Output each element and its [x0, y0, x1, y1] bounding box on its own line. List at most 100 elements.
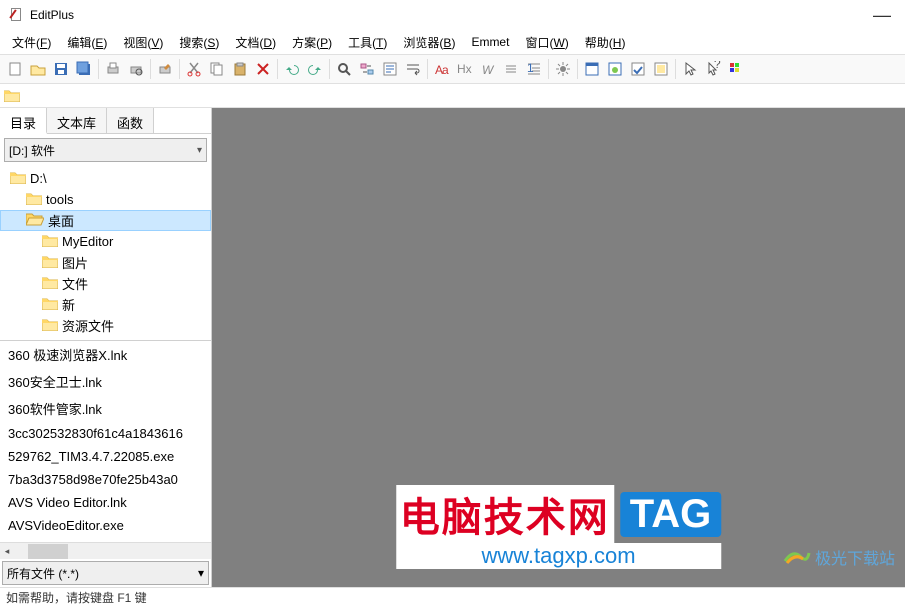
- italic-button[interactable]: [500, 58, 522, 80]
- folder-icon: [10, 171, 26, 187]
- menu-b[interactable]: 浏览器(B): [395, 31, 463, 54]
- separator: [577, 59, 578, 79]
- toolbar: Aa Hx W 1?: [0, 54, 905, 84]
- file-item[interactable]: 3cc302532830f61c4a1843616: [0, 422, 211, 445]
- help-cursor-button[interactable]: ?: [702, 58, 724, 80]
- app-title: EditPlus: [30, 8, 74, 22]
- tree-item[interactable]: tools: [0, 189, 211, 210]
- palette-button[interactable]: [725, 58, 747, 80]
- menu-emmet[interactable]: Emmet: [463, 32, 517, 52]
- delete-button[interactable]: [252, 58, 274, 80]
- folder-icon: [42, 318, 58, 334]
- print-preview-button[interactable]: [125, 58, 147, 80]
- drive-label: [D:] 软件: [9, 142, 55, 159]
- folder-icon: [42, 297, 58, 313]
- filter-label: 所有文件 (*.*): [7, 565, 79, 582]
- menu-w[interactable]: 窗口(W): [517, 31, 576, 54]
- menu-s[interactable]: 搜索(S): [171, 31, 227, 54]
- tree-item[interactable]: 图片: [0, 252, 211, 273]
- sidebar-tab-文本库[interactable]: 文本库: [47, 108, 107, 133]
- status-bar: 如需帮助，请按键盘 F1 键: [0, 587, 905, 605]
- tree-item[interactable]: 文件: [0, 273, 211, 294]
- folder-tree[interactable]: D:\ tools 桌面MyEditor图片文件新资源文件: [0, 166, 211, 338]
- editor-area: 电脑技术网 TAG www.tagxp.com 极光下载站: [212, 108, 905, 587]
- word-wrap-button[interactable]: [402, 58, 424, 80]
- undo-button[interactable]: [281, 58, 303, 80]
- pointer-button[interactable]: [679, 58, 701, 80]
- menu-f[interactable]: 文件(F): [4, 31, 59, 54]
- file-pane: 360 极速浏览器X.lnk360安全卫士.lnk360软件管家.lnk3cc3…: [0, 340, 211, 559]
- svg-text:?: ?: [714, 61, 721, 71]
- cut-button[interactable]: [183, 58, 205, 80]
- print-button[interactable]: [102, 58, 124, 80]
- separator: [179, 59, 180, 79]
- sidebar: 目录文本库函数 [D:] 软件 ▾ D:\ tools 桌面MyEditor图片文件…: [0, 108, 212, 587]
- paste-button[interactable]: [229, 58, 251, 80]
- drive-selector[interactable]: [D:] 软件 ▾: [4, 138, 207, 162]
- secondary-watermark: 极光下载站: [783, 545, 895, 569]
- svg-text:W: W: [482, 63, 495, 77]
- tree-item[interactable]: MyEditor: [0, 231, 211, 252]
- bold-button[interactable]: W: [477, 58, 499, 80]
- folder-icon: [4, 89, 20, 102]
- file-item[interactable]: 360 极速浏览器X.lnk: [0, 341, 211, 368]
- menu-t[interactable]: 工具(T): [340, 31, 395, 54]
- menu-p[interactable]: 方案(P): [284, 31, 340, 54]
- new-button[interactable]: [4, 58, 26, 80]
- settings-button[interactable]: [552, 58, 574, 80]
- copy-button[interactable]: [206, 58, 228, 80]
- file-item[interactable]: 7ba3d3758d98e70fe25b43a0: [0, 468, 211, 491]
- separator: [98, 59, 99, 79]
- browser4-button[interactable]: [650, 58, 672, 80]
- file-list[interactable]: 360 极速浏览器X.lnk360安全卫士.lnk360软件管家.lnk3cc3…: [0, 341, 211, 542]
- tree-label: tools: [46, 192, 73, 207]
- save-all-button[interactable]: [73, 58, 95, 80]
- indent-button[interactable]: 1: [523, 58, 545, 80]
- file-item[interactable]: 360安全卫士.lnk: [0, 368, 211, 395]
- title-bar: EditPlus —: [0, 0, 905, 30]
- path-bar: [0, 84, 905, 108]
- svg-text:Hx: Hx: [457, 62, 472, 76]
- separator: [675, 59, 676, 79]
- tree-item[interactable]: 桌面: [0, 210, 211, 231]
- separator: [548, 59, 549, 79]
- file-filter-selector[interactable]: 所有文件 (*.*) ▾: [2, 561, 209, 585]
- redo-button[interactable]: [304, 58, 326, 80]
- font-button[interactable]: Aa: [431, 58, 453, 80]
- tree-item[interactable]: 新: [0, 294, 211, 315]
- tree-label: 资源文件: [62, 316, 114, 335]
- print-setup-button[interactable]: [154, 58, 176, 80]
- replace-button[interactable]: [356, 58, 378, 80]
- browser1-button[interactable]: [581, 58, 603, 80]
- browser2-button[interactable]: [604, 58, 626, 80]
- find-button[interactable]: [333, 58, 355, 80]
- browser3-button[interactable]: [627, 58, 649, 80]
- hex-button[interactable]: Hx: [454, 58, 476, 80]
- menu-e[interactable]: 编辑(E): [59, 31, 115, 54]
- menu-h[interactable]: 帮助(H): [577, 31, 634, 54]
- tree-label: 文件: [62, 274, 88, 293]
- tree-label: 新: [62, 295, 75, 314]
- menu-v[interactable]: 视图(V): [115, 31, 171, 54]
- file-item[interactable]: 529762_TIM3.4.7.22085.exe: [0, 445, 211, 468]
- save-button[interactable]: [50, 58, 72, 80]
- go-line-button[interactable]: [379, 58, 401, 80]
- horizontal-scrollbar[interactable]: ◂: [0, 542, 211, 559]
- tree-item[interactable]: D:\: [0, 168, 211, 189]
- open-button[interactable]: [27, 58, 49, 80]
- app-icon: [8, 7, 24, 23]
- folder-icon: [26, 212, 44, 229]
- sidebar-tab-目录[interactable]: 目录: [0, 108, 47, 134]
- separator: [329, 59, 330, 79]
- minimize-button[interactable]: —: [867, 6, 897, 24]
- sidebar-tabs: 目录文本库函数: [0, 108, 211, 134]
- tree-item[interactable]: 资源文件: [0, 315, 211, 336]
- file-item[interactable]: AVS Video Editor.lnk: [0, 491, 211, 514]
- folder-icon: [42, 255, 58, 271]
- sidebar-tab-函数[interactable]: 函数: [107, 108, 154, 133]
- file-item[interactable]: AVSVideoEditor.exe: [0, 514, 211, 537]
- menu-d[interactable]: 文档(D): [227, 31, 284, 54]
- svg-text:a: a: [442, 63, 449, 77]
- menu-bar: 文件(F)编辑(E)视图(V)搜索(S)文档(D)方案(P)工具(T)浏览器(B…: [0, 30, 905, 54]
- file-item[interactable]: 360软件管家.lnk: [0, 395, 211, 422]
